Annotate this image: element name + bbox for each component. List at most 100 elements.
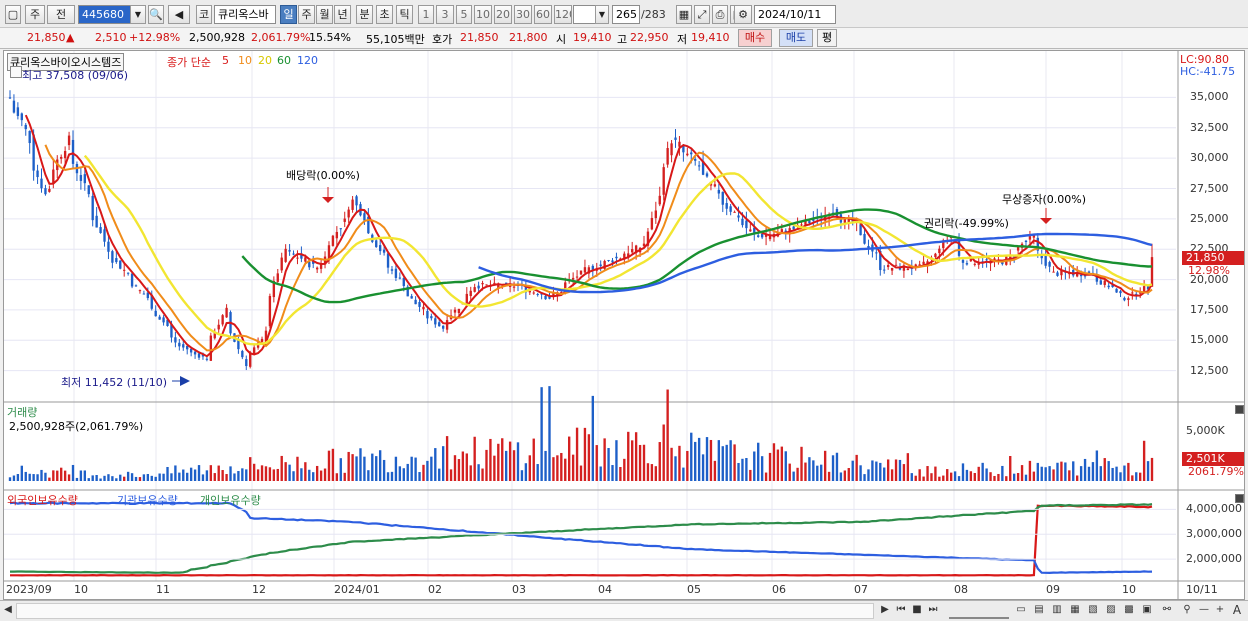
layout5-icon[interactable]: ▧	[1086, 603, 1100, 619]
scroll-right-icon[interactable]: ▶	[879, 603, 891, 619]
ma60-label: 60	[277, 54, 291, 67]
candle	[918, 264, 921, 266]
grid-icon[interactable]: ▦	[676, 5, 692, 24]
candle	[1127, 298, 1130, 300]
candle	[430, 316, 433, 319]
interval-button-5[interactable]: 30	[514, 5, 532, 24]
volume-bar	[225, 474, 228, 481]
zoom-out-icon[interactable]: —	[1198, 603, 1210, 619]
volume-bar	[855, 454, 858, 481]
buy-button[interactable]: 매수	[738, 29, 772, 47]
type-label[interactable]: 코	[196, 5, 212, 24]
holdings-institution-legend: 기관보유수량	[117, 494, 178, 507]
candle	[390, 269, 394, 271]
layout8-icon[interactable]: ▣	[1140, 603, 1154, 619]
zoom-in-icon[interactable]: +	[1214, 603, 1226, 619]
open: 19,410	[573, 31, 612, 44]
gear-icon[interactable]: ⚙	[734, 5, 752, 24]
scroll-bar[interactable]: ◀ ▶ ⏮ ■ ⏭ ▭ ▤ ▥ ▦ ▧ ▨ ▩ ▣ ⚯ ⚲ — + A	[0, 600, 1248, 621]
settings-icon[interactable]	[10, 66, 22, 78]
link-icon[interactable]: ⚯	[1160, 603, 1174, 619]
eval-button[interactable]: 평	[817, 29, 837, 47]
candle	[209, 335, 213, 361]
scroll-track[interactable]	[16, 603, 874, 619]
period-tab-4[interactable]: 분	[356, 5, 373, 24]
close-icon[interactable]	[1235, 405, 1244, 414]
layout2-icon[interactable]: ▤	[1032, 603, 1046, 619]
volume-bar	[469, 465, 472, 481]
volume-bar	[16, 474, 20, 481]
date-input[interactable]: 2024/10/11	[754, 5, 836, 24]
candle	[130, 273, 134, 287]
volume-bar	[241, 468, 244, 481]
period-tab-5[interactable]: 초	[376, 5, 393, 24]
layout1-icon[interactable]: ▭	[1014, 603, 1028, 619]
interval-button-3[interactable]: 10	[474, 5, 492, 24]
speaker-icon[interactable]: ◀	[168, 5, 190, 24]
period-tab-2[interactable]: 월	[316, 5, 333, 24]
volume-bar	[564, 458, 567, 481]
period-tab-1[interactable]: 주	[298, 5, 315, 24]
volume-bar	[540, 387, 543, 481]
volume-bar	[536, 464, 539, 481]
price-chart[interactable]	[4, 51, 1245, 600]
volume-bar	[343, 472, 346, 481]
print-icon[interactable]: ⎙	[712, 5, 728, 24]
volume-bar	[764, 472, 768, 481]
volume-bar	[579, 465, 583, 481]
volume-bar	[422, 464, 425, 481]
volume-bar	[75, 477, 79, 481]
zoom-slider[interactable]	[949, 603, 1009, 619]
stop-icon[interactable]: ■	[911, 603, 923, 619]
candle	[115, 258, 118, 263]
menu1-button[interactable]: 주	[25, 5, 45, 24]
period-tab-0[interactable]: 일	[280, 5, 297, 24]
volume-bar	[713, 460, 717, 481]
period-tab-3[interactable]: 년	[334, 5, 351, 24]
search-icon[interactable]: 🔍	[148, 5, 164, 24]
candle	[662, 167, 665, 195]
first-icon[interactable]: ⏮	[895, 603, 907, 619]
last-icon[interactable]: ⏭	[927, 603, 939, 619]
interval-button-2[interactable]: 5	[456, 5, 472, 24]
stock-name-field[interactable]: 큐리옥스바	[214, 5, 276, 24]
candle	[308, 261, 311, 268]
volume-bar	[886, 459, 890, 481]
volume-bar	[162, 473, 165, 481]
interval-button-6[interactable]: 60	[534, 5, 552, 24]
volume-bar	[430, 456, 433, 481]
layout3-icon[interactable]: ▥	[1050, 603, 1064, 619]
volume-bar	[44, 472, 47, 481]
menu2-button[interactable]: 전	[47, 5, 75, 24]
candle	[749, 229, 752, 232]
candle	[674, 137, 677, 140]
volume-bar	[993, 475, 996, 481]
volume-bar	[611, 465, 614, 481]
sell-button[interactable]: 매도	[779, 29, 813, 47]
close-icon[interactable]	[1235, 494, 1244, 503]
volume-bar	[260, 465, 264, 481]
layout6-icon[interactable]: ▨	[1104, 603, 1118, 619]
candle	[111, 251, 114, 263]
volume-bar	[906, 453, 910, 481]
zoom-icon[interactable]: ⚲	[1180, 603, 1194, 619]
last-pct: 12.98%	[1188, 264, 1230, 277]
font-icon[interactable]: A	[1230, 603, 1244, 619]
layout7-icon[interactable]: ▩	[1122, 603, 1136, 619]
dropdown-icon[interactable]: ▼	[130, 5, 146, 24]
interval-button-7[interactable]: 120	[554, 5, 572, 24]
interval-button-0[interactable]: 1	[418, 5, 434, 24]
interval-button-4[interactable]: 20	[494, 5, 512, 24]
window-icon[interactable]: ▢	[5, 5, 21, 24]
count-input[interactable]: 265	[612, 5, 640, 24]
candle	[575, 276, 579, 278]
dropdown-icon[interactable]: ▼	[595, 5, 609, 24]
draw-icon[interactable]: ⤢	[694, 5, 710, 24]
chart-area[interactable]: 큐리옥스바이오시스템즈 종가 단순 5 10 20 60 120 최고 37,5…	[3, 50, 1245, 600]
candle	[477, 285, 480, 289]
period-tab-6[interactable]: 틱	[396, 5, 413, 24]
layout4-icon[interactable]: ▦	[1068, 603, 1082, 619]
scroll-left-icon[interactable]: ◀	[2, 603, 14, 619]
interval-button-1[interactable]: 3	[436, 5, 454, 24]
volume-bar	[520, 470, 524, 481]
